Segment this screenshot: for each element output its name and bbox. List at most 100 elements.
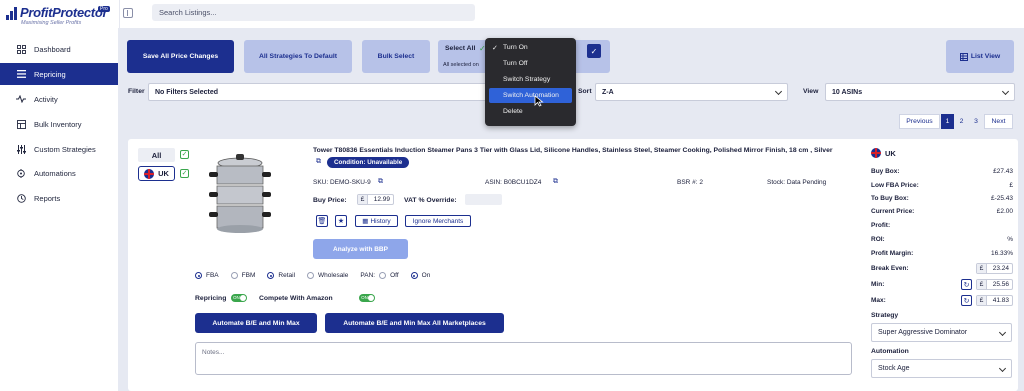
save-all-price-changes-button[interactable]: Save All Price Changes: [127, 40, 234, 73]
delete-icon[interactable]: 🗑: [316, 215, 328, 227]
retail-radio[interactable]: [267, 272, 275, 279]
pagination-page-1[interactable]: 1: [941, 114, 954, 129]
low-fba-value: £: [1009, 182, 1013, 189]
fba-radio[interactable]: [195, 272, 202, 279]
buy-price-input[interactable]: £ 12.99: [357, 194, 394, 205]
sidebar-item-repricing[interactable]: Repricing: [0, 63, 120, 85]
dropdown-item-delete[interactable]: Delete: [485, 104, 576, 119]
bulk-select-button[interactable]: Bulk Select: [362, 40, 430, 73]
marketplace-all-check-icon[interactable]: ✓: [180, 150, 189, 159]
sidebar-item-label: Custom Strategies: [34, 144, 96, 154]
repricing-toggle[interactable]: ON: [231, 294, 247, 302]
automate-all-marketplaces-button[interactable]: Automate B/E and Min Max All Marketplace…: [325, 313, 504, 333]
buy-box-value: £27.43: [993, 168, 1013, 175]
max-label: Max:: [871, 297, 886, 304]
checkmark-icon: ✓: [492, 44, 498, 52]
mouse-cursor-icon: [534, 95, 544, 107]
all-selected-label: All selected on: [443, 62, 479, 68]
automation-select[interactable]: Stock Age: [871, 359, 1012, 378]
automation-label: Automation: [871, 348, 909, 355]
profit-label: Profit:: [871, 222, 891, 229]
reports-icon: [16, 193, 26, 203]
chevron-down-icon: [998, 364, 1007, 372]
min-input[interactable]: £25.56: [976, 279, 1013, 290]
select-all-label: Select All: [445, 45, 476, 52]
ignore-merchants-button[interactable]: Ignore Merchants: [405, 215, 471, 227]
marketplace-uk-tab[interactable]: UK: [138, 166, 175, 181]
logo-bars-icon: [6, 7, 19, 20]
fbm-radio[interactable]: [230, 272, 238, 279]
refresh-max-icon[interactable]: ↻: [961, 295, 972, 306]
retail-label: Retail: [278, 272, 296, 279]
pagination-page-3[interactable]: 3: [969, 114, 983, 129]
strategy-select[interactable]: Super Aggressive Dominator: [871, 323, 1012, 342]
refresh-min-icon[interactable]: ↻: [961, 279, 972, 290]
dropdown-item-turn-off[interactable]: Turn Off: [485, 56, 576, 71]
marketplace-uk-check-icon[interactable]: ✓: [180, 169, 189, 178]
dropdown-item-label: Switch Strategy: [503, 76, 551, 83]
sort-select[interactable]: Z-A: [595, 83, 788, 101]
sidebar-collapse-icon[interactable]: [123, 8, 133, 18]
fbm-label: FBM: [241, 272, 256, 279]
pan-off-label: Off: [390, 272, 399, 279]
filter-select[interactable]: No Filters Selected: [148, 83, 492, 101]
pagination-next[interactable]: Next: [984, 114, 1013, 129]
view-select[interactable]: 10 ASINs: [825, 83, 1015, 101]
sort-label: Sort: [578, 88, 592, 95]
roi-row: ROI:%: [871, 233, 1013, 246]
notes-textarea[interactable]: Notes...: [195, 342, 852, 375]
search-input[interactable]: Search Listings...: [152, 4, 475, 21]
steamer-pan-image: [209, 154, 271, 233]
sidebar-item-reports[interactable]: Reports: [0, 187, 120, 209]
analyze-bbp-button[interactable]: Analyze with BBP: [313, 239, 408, 259]
buy-price-value: 12.99: [373, 196, 390, 203]
marketplace-all-tab[interactable]: All: [138, 148, 175, 162]
dropdown-item-turn-on[interactable]: ✓ Turn On: [485, 40, 576, 55]
copy-sku-icon[interactable]: ⧉: [378, 178, 383, 186]
sliders-icon: [16, 144, 26, 154]
dropdown-item-label: Turn Off: [503, 60, 528, 67]
all-strategies-default-button[interactable]: All Strategies To Default: [244, 40, 352, 73]
confirm-check-icon[interactable]: ✓: [587, 44, 601, 58]
sidebar-item-dashboard[interactable]: Dashboard: [0, 38, 120, 60]
dropdown-item-switch-automation[interactable]: Switch Automation: [489, 88, 572, 103]
max-input[interactable]: £41.83: [976, 295, 1013, 306]
compete-toggle-text: ON: [361, 295, 368, 300]
sidebar-item-automations[interactable]: Automations: [0, 162, 120, 184]
notes-placeholder: Notes...: [202, 349, 225, 356]
uk-flag-icon: [871, 148, 881, 158]
copy-icon[interactable]: ⧉: [316, 158, 321, 166]
pan-on-radio[interactable]: [410, 272, 418, 279]
list-view-button[interactable]: List View: [946, 40, 1014, 73]
vat-override-label: VAT % Override:: [404, 197, 457, 204]
sidebar-item-bulk-inventory[interactable]: Bulk Inventory: [0, 113, 120, 135]
break-even-input[interactable]: £23.24: [976, 263, 1013, 274]
filter-label: Filter: [128, 88, 145, 95]
inventory-icon: [16, 119, 26, 129]
sidebar-item-activity[interactable]: Activity: [0, 88, 120, 110]
wholesale-radio[interactable]: [307, 272, 315, 279]
search-placeholder: Search Listings...: [159, 8, 217, 17]
sidebar-item-label: Dashboard: [34, 44, 71, 54]
history-button[interactable]: ▦ History: [355, 215, 398, 227]
activity-icon: [16, 94, 26, 104]
brand-logo[interactable]: ProfitProtector Pro Maximising Seller Pr…: [6, 5, 114, 27]
pagination-page-2[interactable]: 2: [955, 114, 968, 129]
min-row: Min: ↻ £25.56: [871, 278, 1013, 291]
automation-value: Stock Age: [878, 365, 910, 372]
sidebar-item-custom-strategies[interactable]: Custom Strategies: [0, 138, 120, 160]
pagination-previous[interactable]: Previous: [899, 114, 940, 129]
table-icon: [959, 52, 968, 61]
bsr-label: BSR #: 2: [677, 179, 704, 186]
dropdown-item-switch-strategy[interactable]: Switch Strategy: [485, 72, 576, 87]
strategy-label: Strategy: [871, 312, 899, 319]
pan-off-radio[interactable]: [379, 272, 387, 279]
copy-asin-icon[interactable]: ⧉: [553, 178, 558, 186]
automate-be-min-max-button[interactable]: Automate B/E and Min Max: [195, 313, 317, 333]
star-icon[interactable]: ★: [335, 215, 347, 227]
vat-override-input[interactable]: [465, 194, 502, 205]
marketplace-uk-label: UK: [158, 169, 169, 178]
sidebar-item-label: Automations: [34, 168, 76, 178]
compete-amazon-toggle[interactable]: ON: [359, 294, 376, 302]
product-title[interactable]: Tower T80836 Essentials Induction Steame…: [313, 147, 861, 156]
